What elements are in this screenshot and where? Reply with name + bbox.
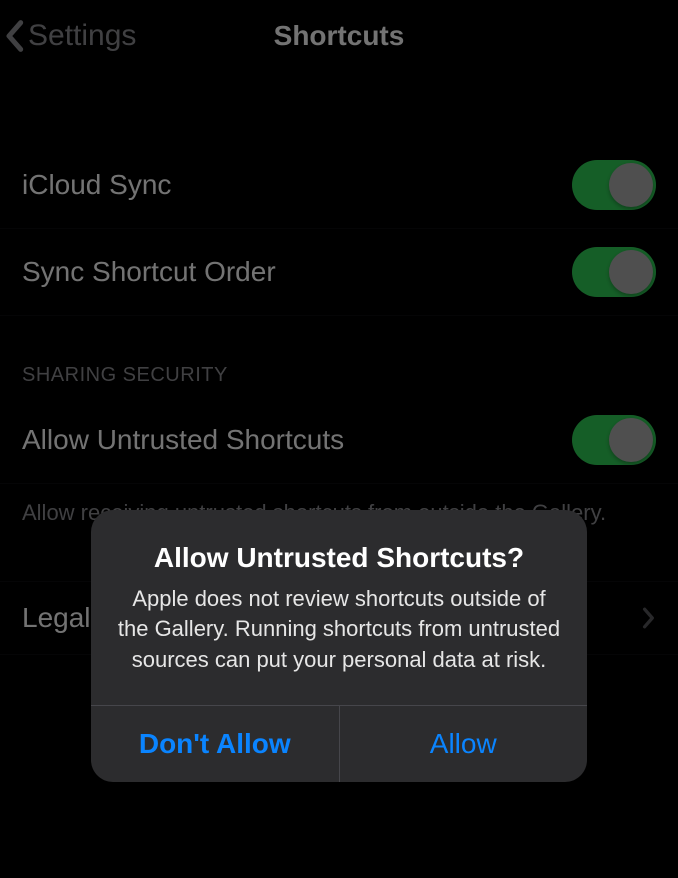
- alert-cancel-button[interactable]: Don't Allow: [91, 706, 340, 782]
- sync-order-label: Sync Shortcut Order: [22, 256, 276, 288]
- alert-title: Allow Untrusted Shortcuts?: [117, 542, 561, 574]
- icloud-sync-label: iCloud Sync: [22, 169, 171, 201]
- chevron-right-icon: [642, 607, 656, 629]
- setting-row-sync-order: Sync Shortcut Order: [0, 229, 678, 316]
- back-label: Settings: [28, 19, 136, 53]
- nav-header: Settings Shortcuts: [0, 0, 678, 72]
- chevron-left-icon: [4, 19, 24, 53]
- alert-message: Apple does not review shortcuts outside …: [117, 584, 561, 675]
- alert-dialog: Allow Untrusted Shortcuts? Apple does no…: [91, 510, 587, 782]
- sync-order-toggle[interactable]: [572, 247, 656, 297]
- page-title: Shortcuts: [274, 20, 405, 52]
- allow-untrusted-toggle[interactable]: [572, 415, 656, 465]
- alert-buttons: Don't Allow Allow: [91, 705, 587, 782]
- toggle-knob: [609, 250, 653, 294]
- back-button[interactable]: Settings: [4, 19, 136, 53]
- icloud-sync-toggle[interactable]: [572, 160, 656, 210]
- setting-row-allow-untrusted: Allow Untrusted Shortcuts: [0, 397, 678, 484]
- toggle-knob: [609, 163, 653, 207]
- sharing-security-header: SHARING SECURITY: [0, 316, 678, 397]
- allow-untrusted-label: Allow Untrusted Shortcuts: [22, 424, 344, 456]
- alert-confirm-button[interactable]: Allow: [340, 706, 588, 782]
- toggle-knob: [609, 418, 653, 462]
- alert-body: Allow Untrusted Shortcuts? Apple does no…: [91, 510, 587, 705]
- setting-row-icloud-sync: iCloud Sync: [0, 142, 678, 229]
